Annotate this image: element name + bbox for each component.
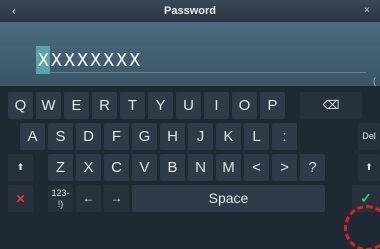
key-c[interactable]: C: [104, 154, 129, 181]
key-colon[interactable]: :: [272, 123, 297, 150]
highlight-annotation-circle: [344, 205, 380, 249]
key-l[interactable]: L: [244, 123, 269, 150]
cancel-icon: ✕: [15, 192, 26, 206]
key-u[interactable]: U: [176, 92, 201, 119]
key-r[interactable]: R: [92, 92, 117, 119]
password-value: XXXXXXXX: [38, 50, 143, 71]
key-p[interactable]: P: [260, 92, 285, 119]
key-k[interactable]: K: [216, 123, 241, 150]
shift-right-key[interactable]: ⬆: [358, 154, 380, 181]
key-w[interactable]: W: [36, 92, 61, 119]
key-b[interactable]: B: [160, 154, 185, 181]
cursor-left-key[interactable]: ←: [76, 185, 101, 212]
key-v[interactable]: V: [132, 154, 157, 181]
key-o[interactable]: O: [232, 92, 257, 119]
key-j[interactable]: J: [188, 123, 213, 150]
key-g[interactable]: G: [132, 123, 157, 150]
key-a[interactable]: A: [20, 123, 45, 150]
key-x[interactable]: X: [76, 154, 101, 181]
page-title: Password: [164, 5, 216, 17]
key-q[interactable]: Q: [8, 92, 33, 119]
cancel-key[interactable]: ✕: [8, 185, 33, 212]
key-z[interactable]: Z: [48, 154, 73, 181]
key-m[interactable]: M: [216, 154, 241, 181]
checkmark-icon: ✓: [360, 190, 372, 206]
key-question[interactable]: ?: [300, 154, 325, 181]
password-keyboard-screen: ‹ Password × XXXXXXXX ( Q W E R T Y U I …: [0, 0, 380, 249]
key-s[interactable]: S: [48, 123, 73, 150]
key-n[interactable]: N: [188, 154, 213, 181]
key-greater-than[interactable]: >: [272, 154, 297, 181]
field-edge-icon: (: [373, 76, 376, 86]
key-i[interactable]: I: [204, 92, 229, 119]
on-screen-keyboard: Q W E R T Y U I O P ⌫ A S D F G H J K L …: [0, 86, 380, 249]
space-key[interactable]: Space: [132, 185, 325, 212]
password-field[interactable]: XXXXXXXX: [36, 44, 366, 74]
key-t[interactable]: T: [120, 92, 145, 119]
key-f[interactable]: F: [104, 123, 129, 150]
close-icon[interactable]: ×: [364, 0, 378, 22]
password-input-area: XXXXXXXX (: [0, 22, 380, 86]
shift-left-key[interactable]: ⬆: [8, 154, 33, 181]
key-e[interactable]: E: [64, 92, 89, 119]
delete-key[interactable]: Del: [358, 123, 380, 150]
backspace-key[interactable]: ⌫: [300, 92, 362, 119]
key-less-than[interactable]: <: [244, 154, 269, 181]
key-d[interactable]: D: [76, 123, 101, 150]
title-bar: ‹ Password ×: [0, 0, 380, 22]
key-y[interactable]: Y: [148, 92, 173, 119]
key-h[interactable]: H: [160, 123, 185, 150]
numbers-toggle-key[interactable]: 123- !): [48, 185, 73, 212]
cursor-right-key[interactable]: →: [104, 185, 129, 212]
